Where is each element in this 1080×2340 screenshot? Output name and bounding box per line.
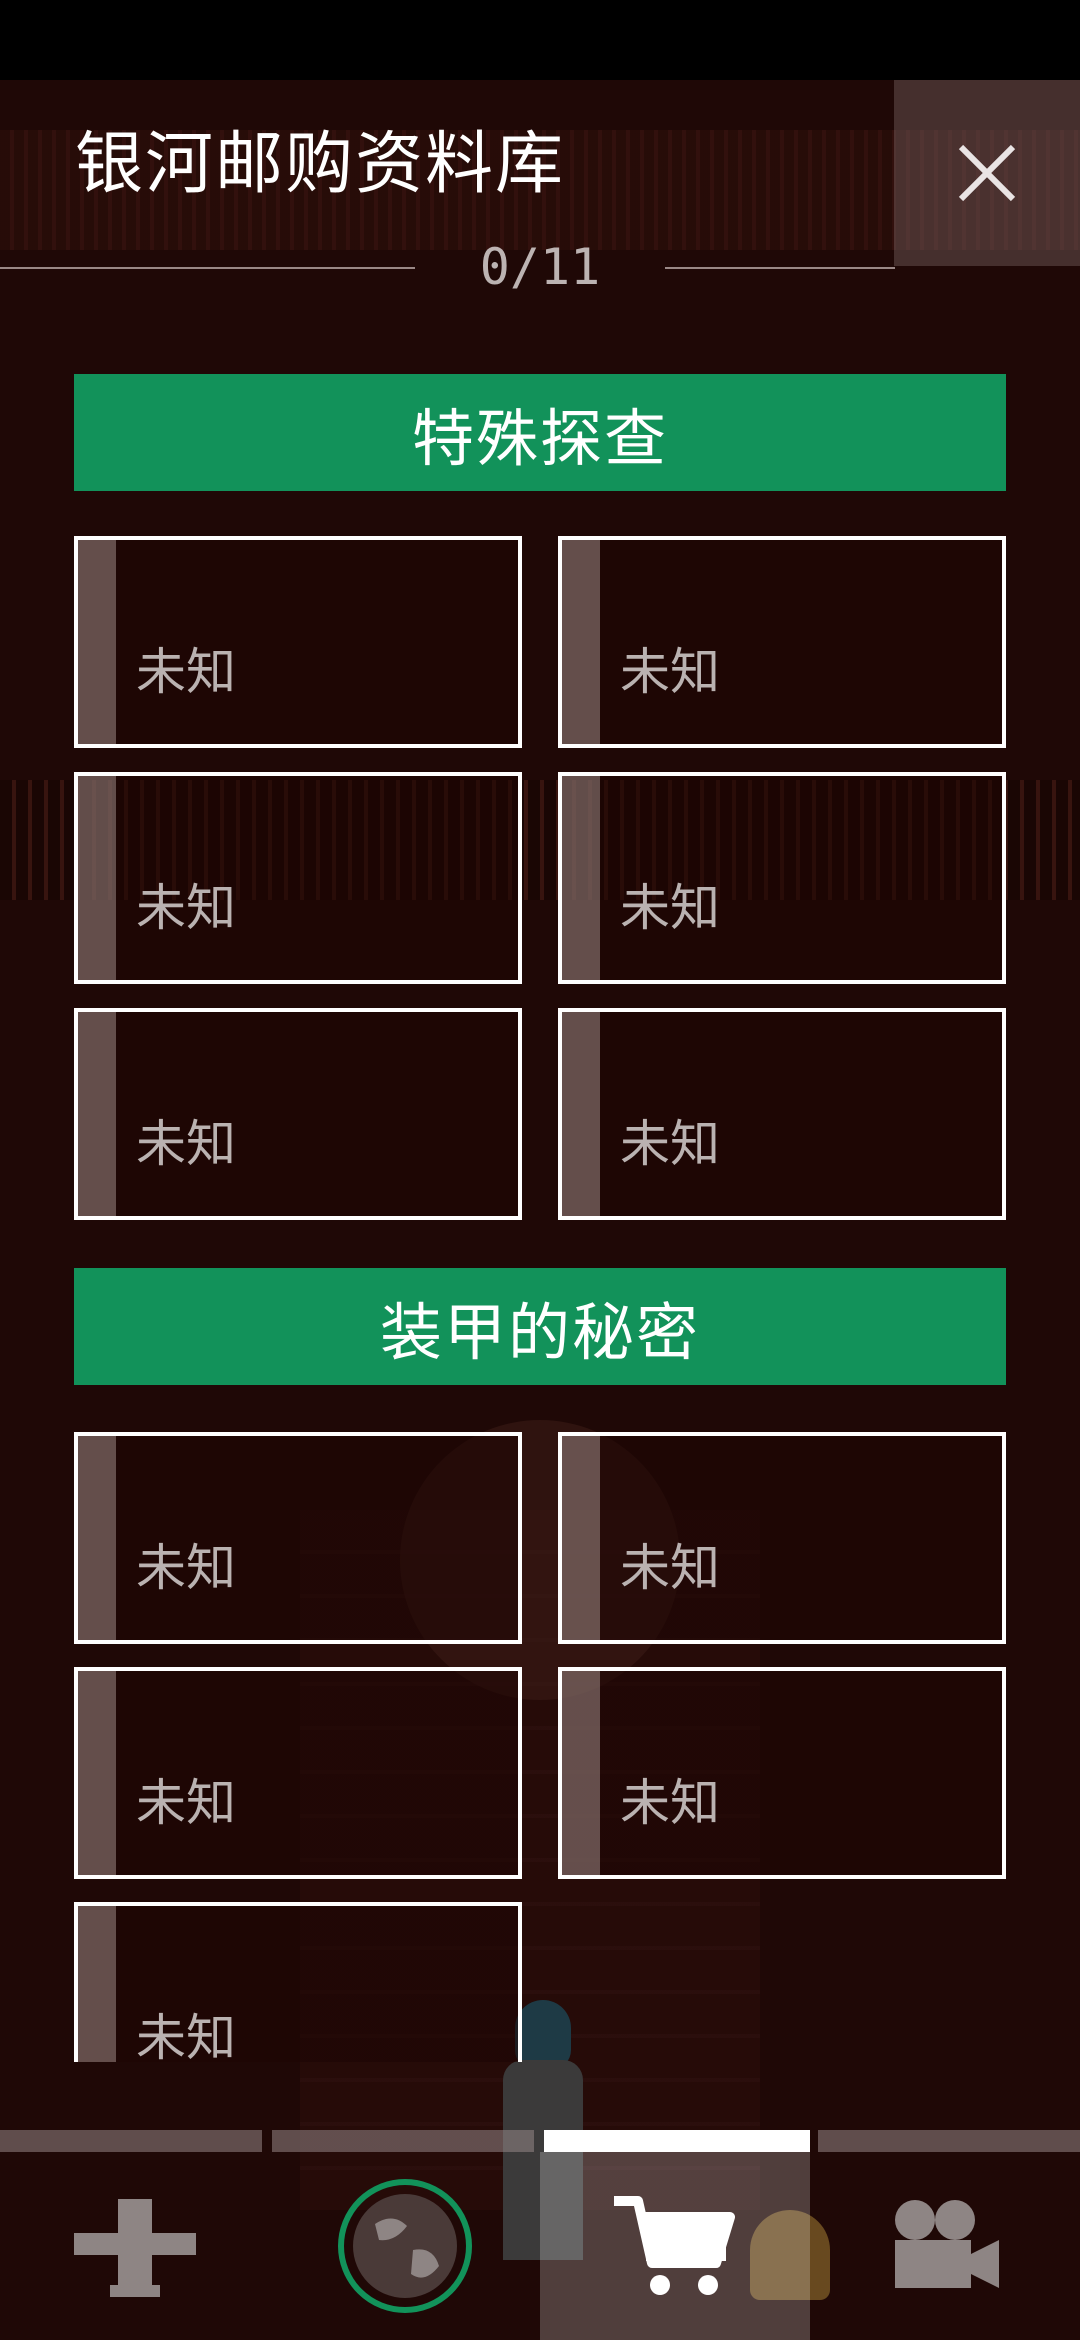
- entry-card[interactable]: 未知: [74, 1667, 522, 1879]
- entry-card[interactable]: 未知: [558, 772, 1006, 984]
- card-stripe: [78, 1906, 116, 2062]
- planet-icon: [338, 2179, 472, 2313]
- nav-divider: [272, 2130, 534, 2152]
- card-stripe: [562, 1436, 600, 1640]
- entry-card[interactable]: 未知: [74, 1432, 522, 1644]
- app-screen: 银河邮购资料库 0/11 特殊探查 未知 未知 未知 未知 未知 未知 装甲的秘…: [0, 80, 1080, 2340]
- entry-card[interactable]: 未知: [558, 1667, 1006, 1879]
- card-stripe: [78, 1012, 116, 1216]
- entry-card[interactable]: 未知: [558, 1432, 1006, 1644]
- video-camera-icon: [895, 2200, 999, 2288]
- section-header: 特殊探查: [74, 374, 1006, 491]
- entry-label: 未知: [136, 1539, 236, 1597]
- tools-icon: [74, 2199, 196, 2297]
- entry-label: 未知: [620, 1539, 720, 1597]
- entry-label: 未知: [620, 879, 720, 937]
- card-stripe: [562, 1671, 600, 1875]
- entry-card[interactable]: 未知: [558, 536, 1006, 748]
- card-stripe: [562, 776, 600, 980]
- entry-label: 未知: [136, 2009, 236, 2062]
- entry-card[interactable]: 未知: [74, 1902, 522, 2062]
- card-stripe: [562, 540, 600, 744]
- shopping-cart-icon: [614, 2196, 735, 2295]
- entry-label: 未知: [620, 1774, 720, 1832]
- tab-video[interactable]: [810, 2152, 1080, 2340]
- card-stripe: [562, 1012, 600, 1216]
- entry-label: 未知: [136, 643, 236, 701]
- entry-list[interactable]: 特殊探查 未知 未知 未知 未知 未知 未知 装甲的秘密 未知 未知 未知 未知…: [0, 80, 1080, 2062]
- card-stripe: [78, 776, 116, 980]
- entry-card[interactable]: 未知: [74, 1008, 522, 1220]
- nav-divider: [818, 2130, 1080, 2152]
- entry-card[interactable]: 未知: [74, 536, 522, 748]
- tab-tools[interactable]: [0, 2152, 270, 2340]
- card-stripe: [78, 1436, 116, 1640]
- entry-label: 未知: [620, 643, 720, 701]
- status-bar: [0, 0, 1080, 80]
- entry-card[interactable]: 未知: [558, 1008, 1006, 1220]
- entry-label: 未知: [136, 1774, 236, 1832]
- tab-shop[interactable]: [540, 2152, 810, 2340]
- entry-label: 未知: [136, 879, 236, 937]
- section-header: 装甲的秘密: [74, 1268, 1006, 1385]
- bottom-nav: [0, 2130, 1080, 2340]
- card-stripe: [78, 1671, 116, 1875]
- card-stripe: [78, 540, 116, 744]
- tab-planet[interactable]: [270, 2152, 540, 2340]
- nav-divider: [0, 2130, 262, 2152]
- entry-label: 未知: [620, 1115, 720, 1173]
- entry-card[interactable]: 未知: [74, 772, 522, 984]
- nav-divider-active: [544, 2130, 810, 2152]
- entry-label: 未知: [136, 1115, 236, 1173]
